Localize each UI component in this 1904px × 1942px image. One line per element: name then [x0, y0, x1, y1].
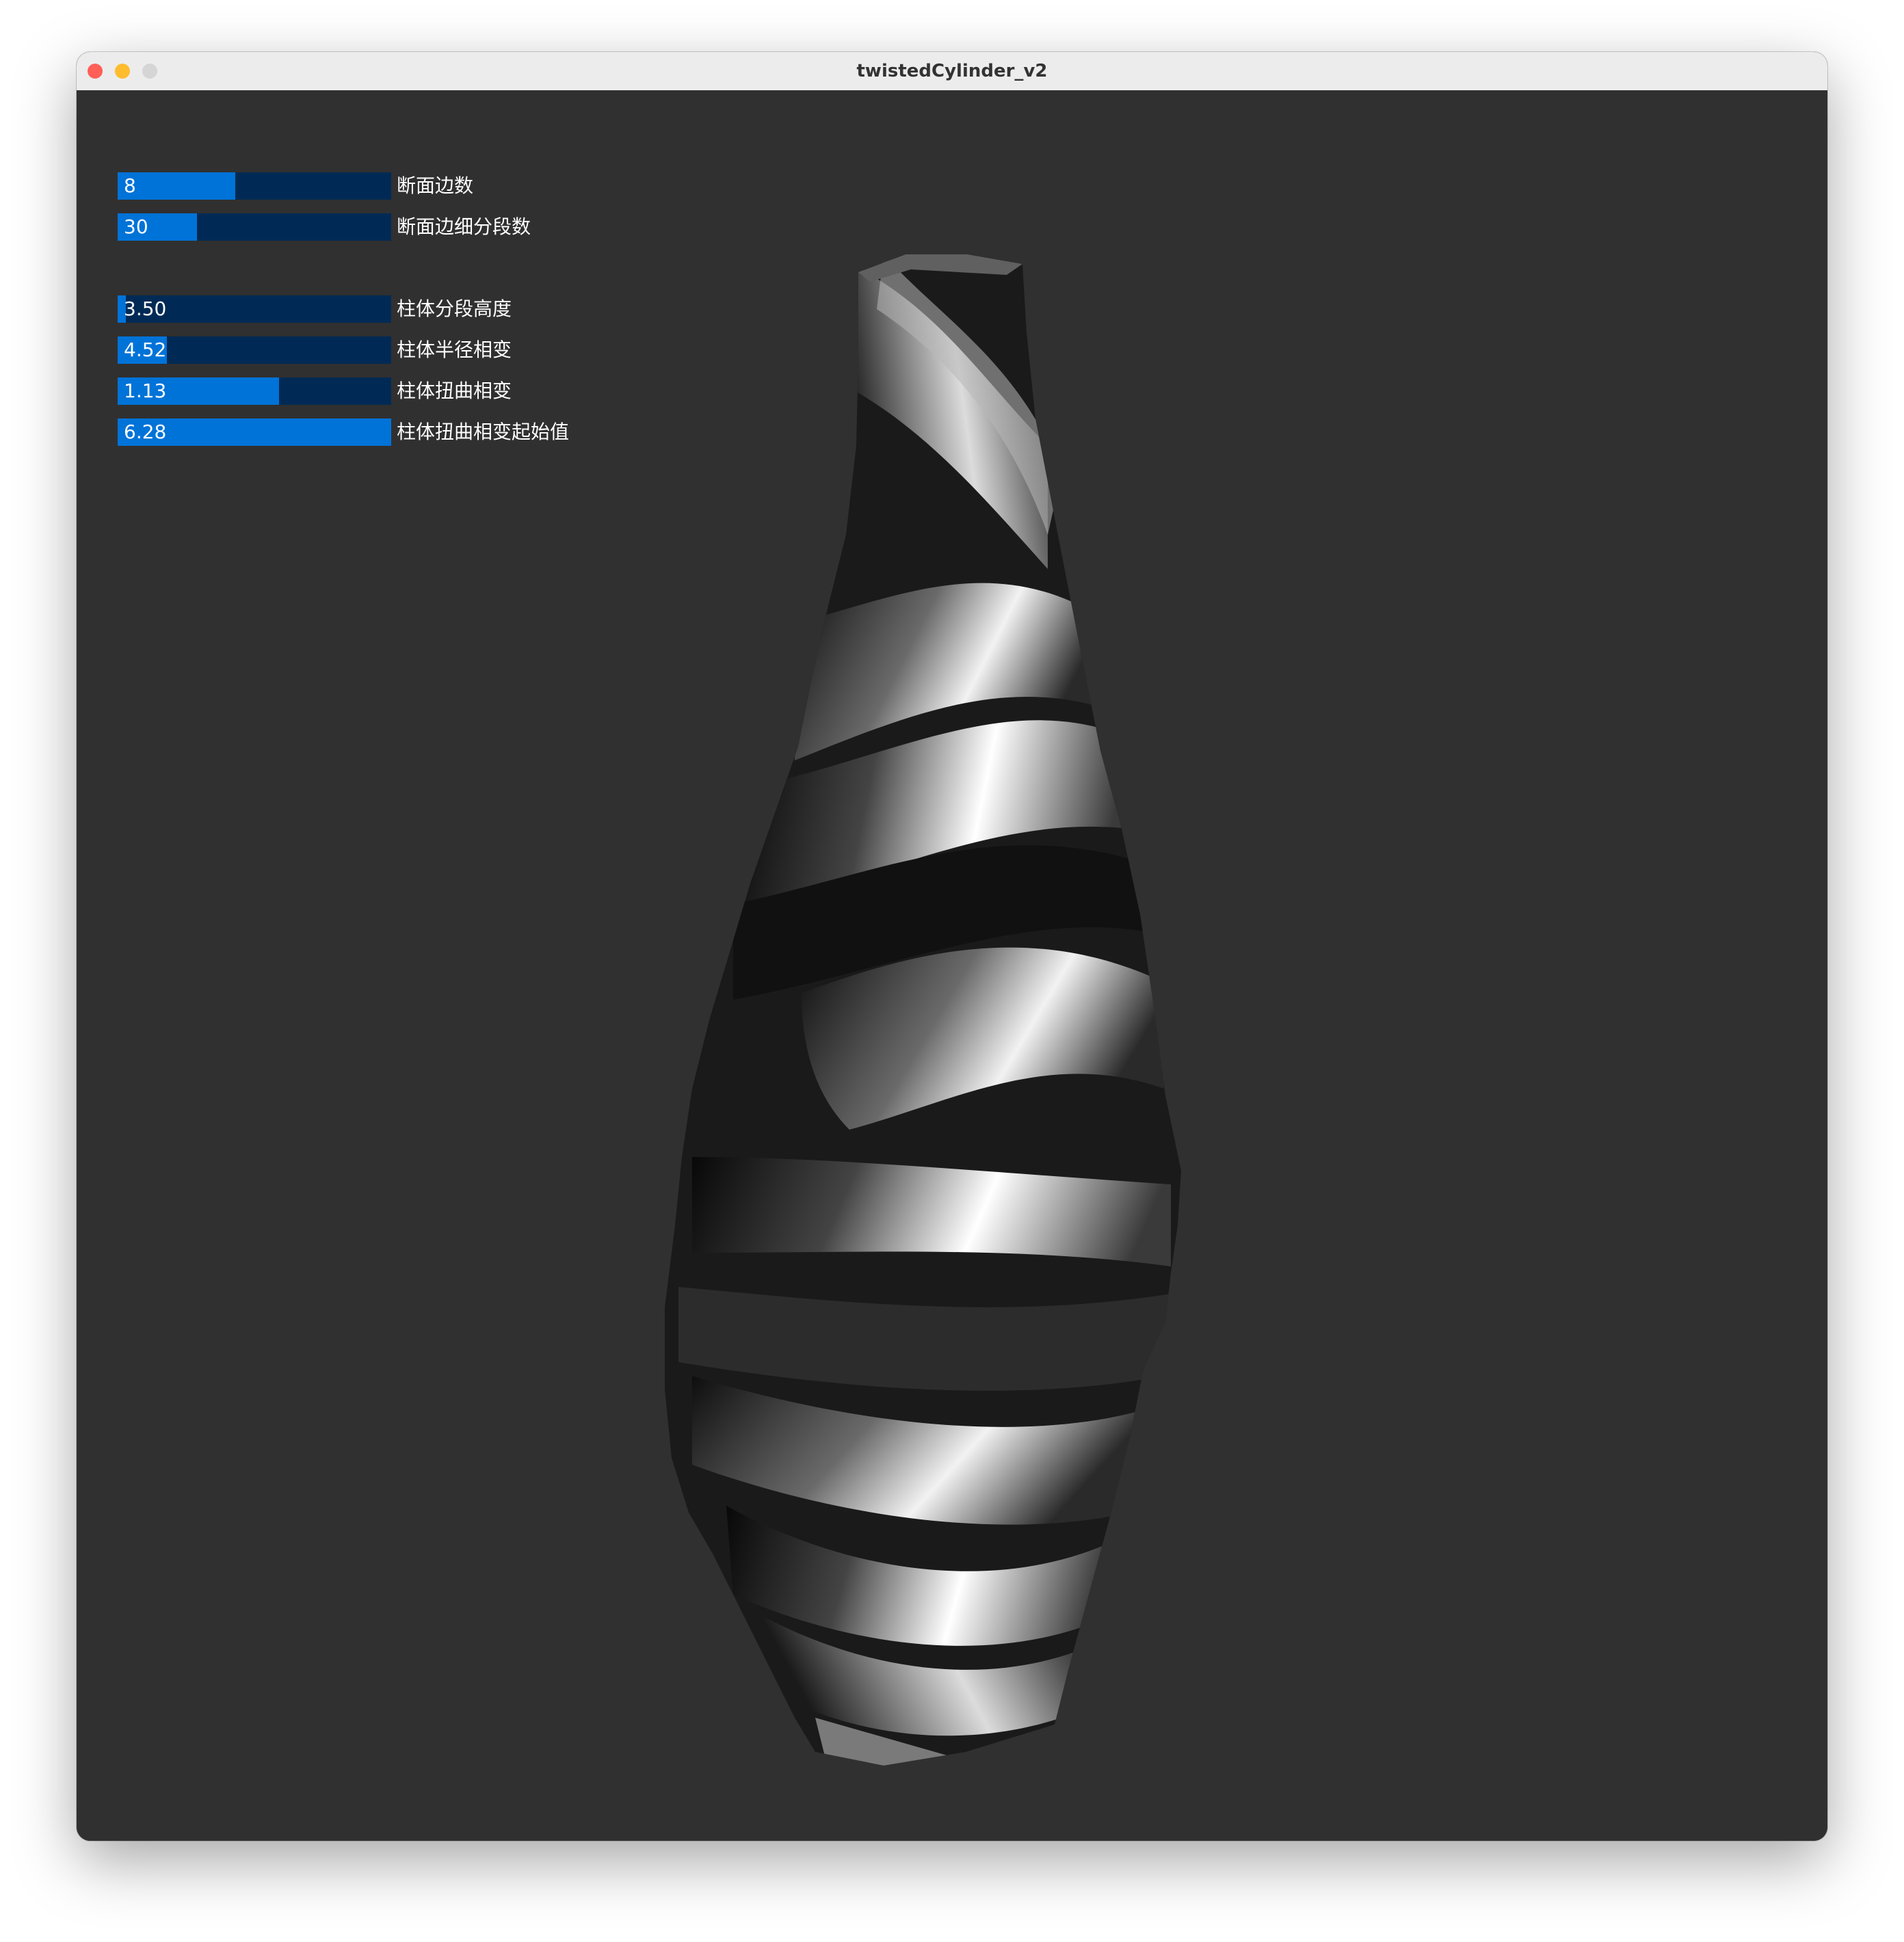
- 3d-viewport[interactable]: 8 断面边数 30 断面边细分段数 3.50 柱体分段高度 4.52 柱体半径相…: [77, 90, 1827, 1841]
- slider-track[interactable]: 8: [118, 172, 391, 200]
- slider-label: 柱体扭曲相变起始值: [397, 421, 570, 443]
- slider-value: 1.13: [124, 380, 167, 402]
- slider-value: 8: [124, 174, 136, 197]
- slider-track[interactable]: 1.13: [118, 377, 391, 405]
- window-title: twistedCylinder_v2: [856, 61, 1048, 81]
- slider-value: 3.50: [124, 297, 167, 320]
- title-bar[interactable]: twistedCylinder_v2: [77, 52, 1827, 91]
- slider-track[interactable]: 6.28: [118, 418, 391, 446]
- slider-label: 断面边数: [397, 174, 474, 197]
- slider-label: 柱体扭曲相变: [397, 380, 512, 402]
- slider-track[interactable]: 3.50: [118, 295, 391, 323]
- app-window: twistedCylinder_v2 8 断面边数 30 断面边细分段数 3.5…: [77, 52, 1827, 1841]
- slider-track[interactable]: 30: [118, 213, 391, 241]
- slider-value: 30: [124, 215, 148, 238]
- slider-label: 柱体分段高度: [397, 297, 512, 320]
- slider-label: 断面边细分段数: [397, 215, 531, 238]
- slider-label: 柱体半径相变: [397, 338, 512, 361]
- slider-value: 6.28: [124, 421, 167, 443]
- slider-track[interactable]: 4.52: [118, 336, 391, 364]
- slider-value: 4.52: [124, 338, 167, 361]
